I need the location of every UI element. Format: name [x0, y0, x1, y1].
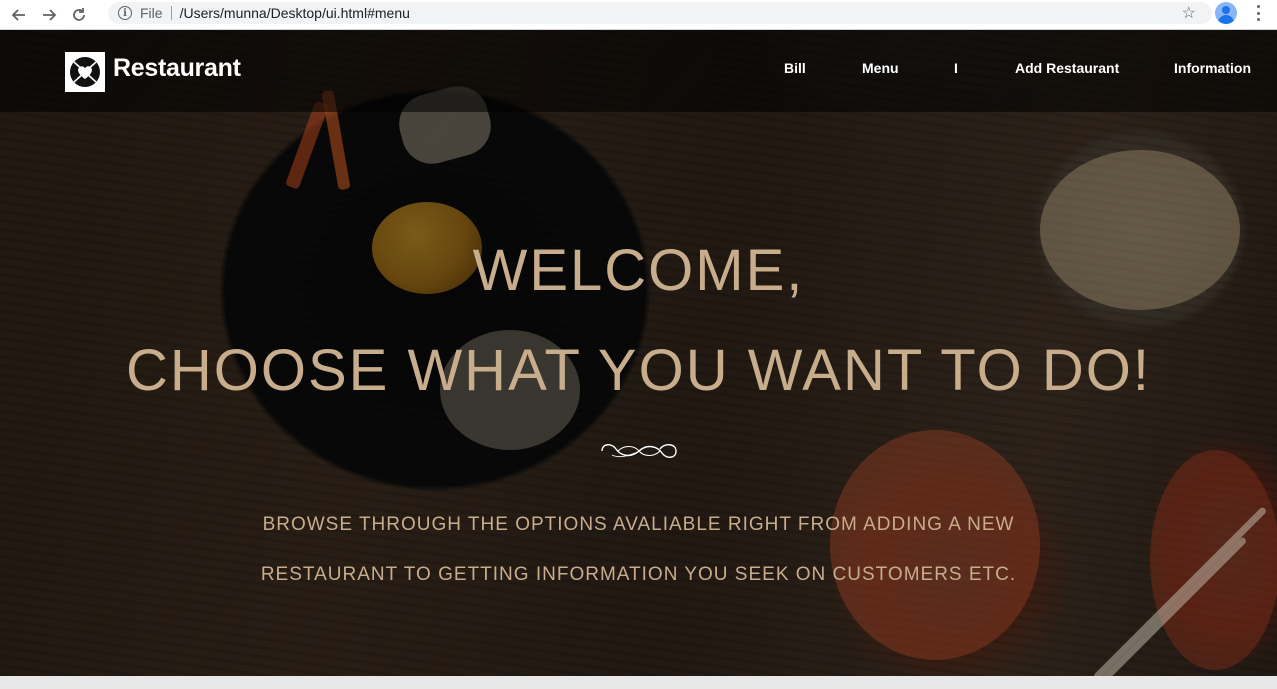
profile-icon[interactable]: [1215, 2, 1237, 24]
page-bottom-edge: [0, 676, 1277, 689]
reload-icon[interactable]: [68, 4, 90, 26]
browser-toolbar: i File /Users/munna/Desktop/ui.html#menu…: [0, 0, 1277, 30]
welcome-heading: WELCOME,: [472, 238, 805, 303]
site-header: Restaurant Bill Menu I Add Restaurant In…: [0, 30, 1277, 112]
hero-section: WELCOME, CHOOSE WHAT YOU WANT TO DO! BRO…: [0, 112, 1277, 676]
hero-description-line-1: BROWSE THROUGH THE OPTIONS AVALIABLE RIG…: [262, 514, 1015, 535]
kebab-menu-icon[interactable]: [1252, 4, 1264, 22]
hero-headline: CHOOSE WHAT YOU WANT TO DO!: [125, 338, 1152, 403]
info-icon[interactable]: i: [118, 6, 132, 20]
star-icon[interactable]: ☆: [1182, 3, 1196, 23]
brand-name[interactable]: Restaurant: [113, 54, 241, 83]
hero-description-line-2: RESTAURANT TO GETTING INFORMATION YOU SE…: [260, 564, 1017, 585]
restaurant-logo-icon[interactable]: [65, 52, 105, 92]
nav-link-bill[interactable]: Bill: [784, 60, 806, 76]
url-divider: [170, 6, 172, 20]
nav-link-add-restaurant[interactable]: Add Restaurant: [1015, 60, 1119, 76]
url-text[interactable]: /Users/munna/Desktop/ui.html#menu: [180, 5, 410, 21]
nav-link-menu[interactable]: Menu: [862, 60, 899, 76]
nav-link-i[interactable]: I: [954, 60, 958, 76]
url-scheme: File: [140, 5, 163, 21]
nav-link-information[interactable]: Information: [1174, 60, 1251, 76]
flourish-divider-icon: [601, 444, 677, 458]
forward-icon[interactable]: [38, 4, 60, 26]
back-icon[interactable]: [8, 4, 30, 26]
address-bar[interactable]: i File /Users/munna/Desktop/ui.html#menu…: [108, 2, 1212, 24]
